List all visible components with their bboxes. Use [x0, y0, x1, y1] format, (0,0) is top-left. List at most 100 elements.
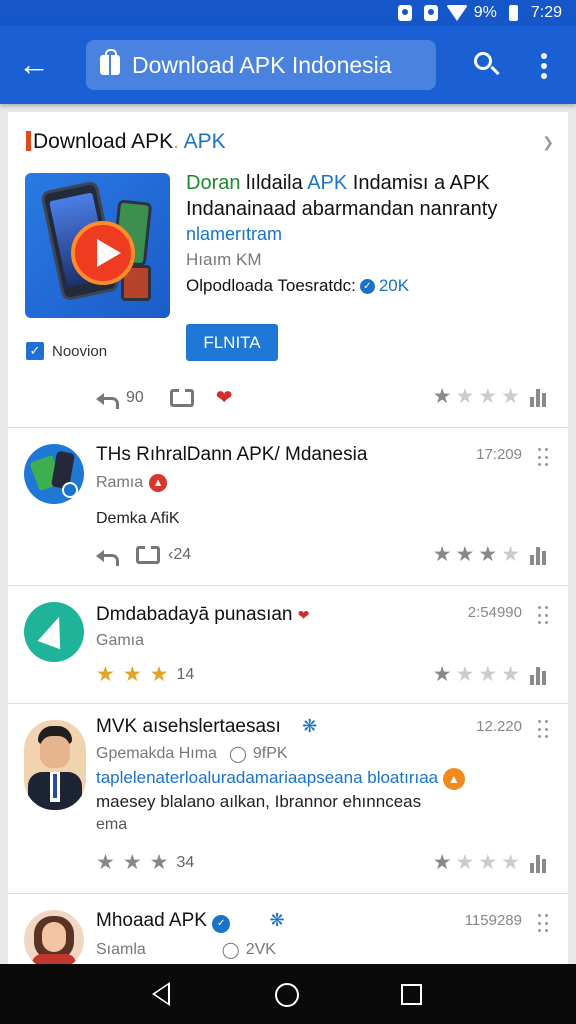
avatar[interactable] — [24, 720, 86, 810]
post-rating: ★ ★ ★ ★ — [433, 664, 546, 686]
more-options-icon[interactable] — [532, 48, 556, 84]
post-author[interactable]: Mhoaad APK ✓ ❋ — [96, 910, 285, 933]
repost-count: ‹24 — [168, 546, 192, 563]
post-time: 2:54990 — [467, 604, 522, 621]
star-icon: ★ — [96, 663, 115, 686]
star-icon: ★ — [455, 851, 475, 874]
post-rating: ★ ★ ★ ★ — [433, 852, 546, 874]
search-text: Download APK Indonesia — [132, 51, 392, 78]
star-icon: ★ — [432, 543, 452, 566]
star-icon: ★ — [501, 385, 520, 408]
star-icon: ★ — [122, 851, 142, 874]
star-icon: ★ — [432, 851, 452, 874]
featured-downloads: Olpodloada Toesratdc: ✓ 20K — [186, 276, 410, 295]
post-time: 17:209 — [476, 446, 522, 463]
heart-icon: ❤ — [297, 607, 310, 623]
app-notification-icon — [422, 4, 440, 22]
avatar[interactable] — [24, 444, 84, 504]
verified-icon: ❋ — [302, 716, 318, 736]
search-icon[interactable] — [470, 48, 506, 84]
star-icon: ★ — [149, 851, 169, 874]
star-icon: ★ — [478, 385, 498, 408]
star-icon: ★ — [122, 663, 142, 686]
post-handle: Gamıa — [96, 632, 145, 649]
star-icon: ★ — [96, 851, 115, 874]
app-artwork[interactable] — [25, 173, 170, 318]
stats-icon[interactable] — [530, 545, 546, 565]
reply-count: 90 — [126, 389, 144, 406]
star-icon: ★ — [478, 543, 498, 566]
stats-icon[interactable] — [530, 387, 546, 407]
feed: Download APK. APK ❯ Doran lıldaila APK I… — [8, 112, 568, 964]
star-count: 34 — [176, 854, 195, 871]
avatar[interactable] — [24, 910, 84, 964]
nav-home-icon[interactable] — [275, 983, 299, 1007]
avatar[interactable] — [24, 602, 84, 662]
share-icon[interactable]: ❯ — [542, 134, 554, 151]
featured-rating: ★ ★ ★ ★ — [433, 386, 546, 408]
globe-icon: ◯ — [228, 746, 247, 763]
post-item[interactable]: Dmdabadayā punasıan ❤ Gamıa 2:54990 ★ ★ … — [8, 586, 568, 704]
post-text-link[interactable]: taplelenaterloaluradamariaapseana bloatı… — [96, 768, 465, 790]
wifi-icon — [445, 4, 468, 22]
verified-icon: ✓ — [359, 278, 375, 294]
post-rating: ★ ★ ★ ★ — [433, 544, 546, 566]
featured-link[interactable]: nlamerıtram — [186, 224, 282, 245]
star-icon: ★ — [432, 385, 452, 408]
post-rating-left: ★ ★ ★ 34 — [96, 852, 194, 874]
stats-icon[interactable] — [530, 853, 546, 873]
post-menu-icon[interactable] — [538, 606, 550, 626]
featured-title: Download APK. APK — [26, 130, 226, 154]
search-field[interactable]: Download APK Indonesia — [86, 40, 436, 90]
post-author[interactable]: MVK aısehslertaesası ❋ — [96, 716, 317, 738]
like-icon[interactable]: ❤ — [216, 388, 233, 408]
nav-back-icon[interactable] — [152, 982, 170, 1006]
featured-meta: Hıaım KM — [186, 250, 262, 269]
clock: 7:29 — [530, 4, 562, 21]
repost-icon[interactable] — [169, 386, 194, 407]
star-count: 14 — [176, 666, 195, 683]
post-text: maesey blalano aılkan, Ibrannor ehınncea… — [96, 792, 422, 811]
system-nav-bar — [0, 964, 576, 1024]
star-icon: ★ — [432, 663, 452, 686]
post-text-end: ema — [96, 816, 128, 833]
battery-icon — [505, 4, 523, 22]
notification-icon — [396, 4, 414, 22]
shopping-bag-icon — [100, 49, 120, 75]
star-icon: ★ — [455, 663, 475, 686]
reply-icon[interactable] — [96, 547, 119, 566]
checkbox-label: Noovion — [52, 342, 108, 360]
star-icon: ★ — [149, 663, 169, 686]
star-icon: ★ — [455, 385, 475, 408]
post-menu-icon[interactable] — [538, 448, 550, 468]
post-author[interactable]: Dmdabadayā punasıan ❤ — [96, 604, 310, 626]
checkbox[interactable]: ✓ — [26, 342, 44, 360]
post-menu-icon[interactable] — [538, 720, 550, 740]
post-item[interactable]: Mhoaad APK ✓ ❋ Sıamla ◯ 2VK 1159289 — [8, 894, 568, 964]
post-handle: Gpemakda Hıma ◯ 9fPK — [96, 745, 288, 763]
reply-icon[interactable] — [96, 390, 119, 409]
back-arrow-icon[interactable]: ← — [14, 46, 54, 84]
featured-actions: 90 ❤ — [96, 386, 233, 409]
share-badge-icon: ❋ — [269, 910, 285, 930]
post-item[interactable]: MVK aısehslertaesası ❋ Gpemakda Hıma ◯ 9… — [8, 704, 568, 894]
badge-icon: ▲ — [149, 474, 168, 492]
stats-icon[interactable] — [530, 665, 546, 685]
repost-icon[interactable] — [136, 543, 160, 564]
star-icon: ★ — [501, 851, 520, 874]
post-handle: Ramıa ▲ — [96, 474, 168, 492]
post-author[interactable]: THs RıhralDann APK/ Mdanesia — [96, 444, 367, 466]
install-button[interactable]: FLNITA — [186, 324, 278, 361]
red-bar-icon — [26, 131, 31, 151]
nav-recents-icon[interactable] — [401, 984, 422, 1005]
post-item[interactable]: THs RıhralDann APK/ Mdanesia Ramıa ▲ Dem… — [8, 428, 568, 586]
featured-card[interactable]: Download APK. APK ❯ Doran lıldaila APK I… — [8, 112, 568, 428]
alert-badge-icon: ▲ — [442, 768, 465, 790]
globe-icon: ◯ — [221, 942, 240, 959]
post-time: 12.220 — [476, 718, 522, 735]
post-time: 1159289 — [464, 912, 522, 929]
checkbox-row[interactable]: ✓ Noovion — [26, 342, 107, 360]
post-handle: Sıamla ◯ 2VK — [96, 941, 276, 959]
app-bar: ← Download APK Indonesia — [0, 26, 576, 104]
post-menu-icon[interactable] — [538, 914, 550, 934]
